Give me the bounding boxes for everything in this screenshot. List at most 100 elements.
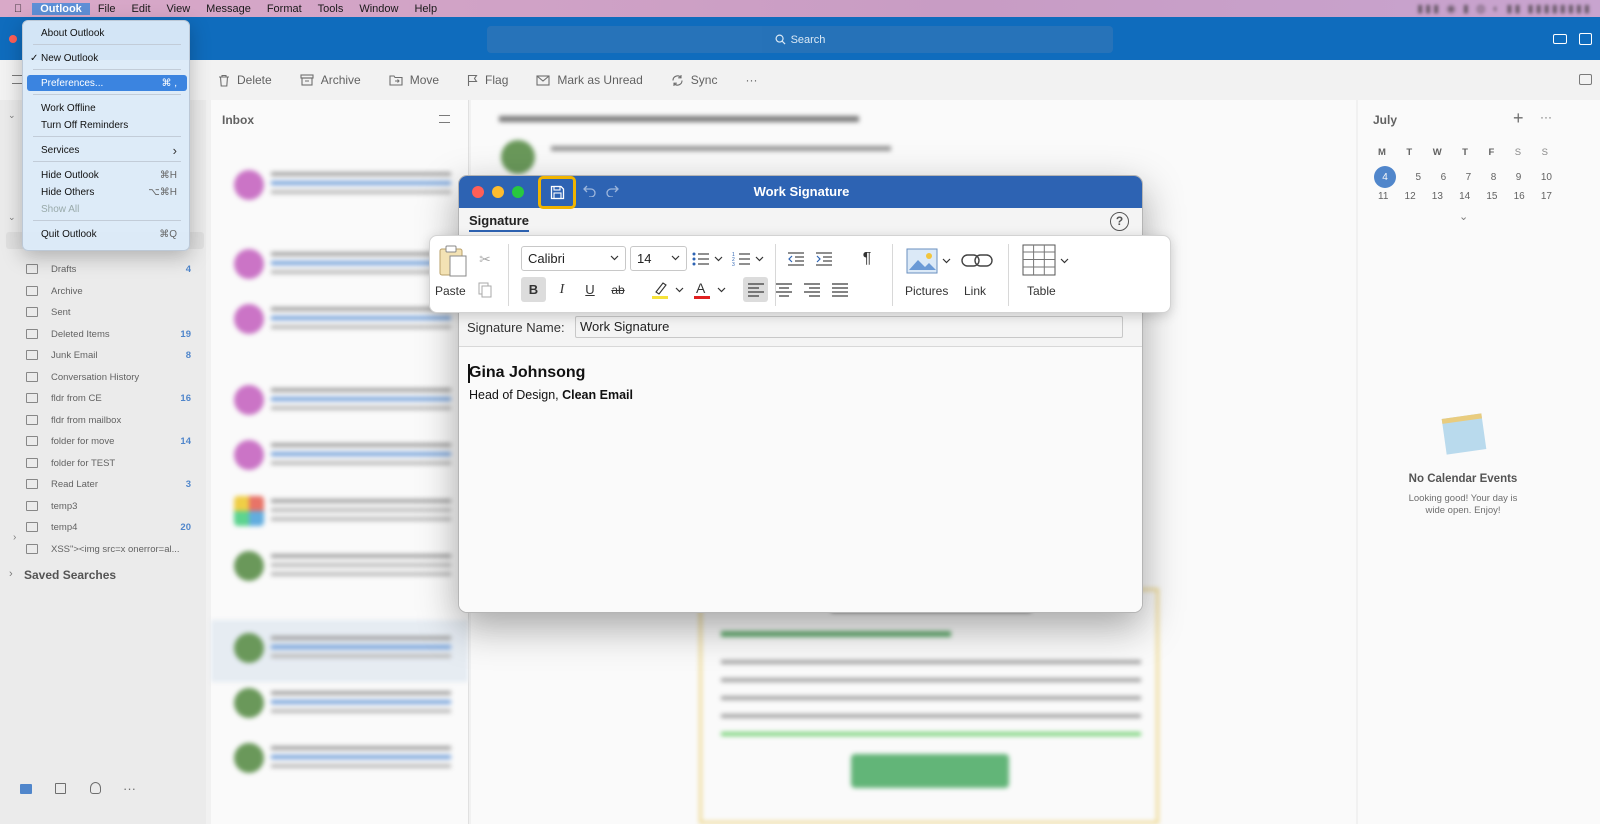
font-color-icon: A: [694, 280, 726, 299]
table-button[interactable]: [1020, 242, 1072, 278]
highlight-button[interactable]: [648, 277, 688, 302]
menu-item-preferences[interactable]: Preferences... ⌘ ,: [27, 75, 187, 91]
outdent-icon: [788, 251, 804, 266]
signature-role: Head of Design,: [469, 388, 563, 402]
menu-view[interactable]: View: [159, 3, 199, 15]
signature-editor[interactable]: Gina Johnsong Head of Design, Clean Emai…: [459, 346, 1142, 612]
tab-signature[interactable]: Signature: [469, 213, 529, 232]
menu-item-label: Show All: [41, 203, 80, 215]
align-left-button[interactable]: [743, 277, 768, 302]
link-label[interactable]: Link: [964, 284, 986, 298]
chevron-down-icon: [610, 255, 619, 261]
signature-name-field[interactable]: Work Signature: [575, 316, 1123, 338]
font-size-select[interactable]: 14: [630, 246, 687, 271]
font-family-select[interactable]: Calibri: [521, 246, 626, 271]
italic-button[interactable]: I: [551, 277, 573, 302]
outlook-app-menu: About Outlook ✓ New Outlook Preferences..…: [22, 20, 190, 251]
search-icon: [775, 34, 786, 45]
font-family-value: Calibri: [528, 251, 565, 266]
megaphone-icon[interactable]: [1553, 34, 1567, 44]
scissors-icon: ✂: [479, 250, 491, 267]
ribbon-divider: [508, 244, 509, 306]
menu-item-label: New Outlook: [41, 52, 99, 64]
menu-item-about[interactable]: About Outlook: [27, 25, 187, 41]
menu-item-label: Services: [41, 144, 80, 156]
numbering-button[interactable]: 123: [730, 246, 768, 271]
menu-item-quit[interactable]: Quit Outlook ⌘Q: [27, 226, 187, 242]
menu-item-label: Preferences...: [41, 77, 104, 89]
formatting-ribbon: Paste ✂ Calibri 14 B I U ab A 123 ¶ Pict…: [429, 235, 1171, 313]
align-right-button[interactable]: [799, 277, 824, 302]
menu-edit[interactable]: Edit: [124, 3, 159, 15]
dialog-title-bar: Work Signature: [459, 176, 1142, 209]
paste-label[interactable]: Paste: [435, 284, 466, 298]
bullet-list-icon: [692, 252, 723, 265]
search-input[interactable]: Search: [487, 26, 1113, 53]
numbered-list-icon: 123: [732, 252, 764, 267]
align-center-button[interactable]: [771, 277, 796, 302]
highlighter-icon: [652, 281, 684, 299]
strikethrough-button[interactable]: ab: [606, 277, 630, 302]
help-button[interactable]: ?: [1110, 212, 1129, 231]
underline-button[interactable]: U: [579, 277, 601, 302]
menu-shortcut: ⌘Q: [159, 228, 177, 240]
underline-icon: U: [585, 282, 595, 297]
show-formatting-button[interactable]: ¶: [856, 246, 878, 271]
align-right-icon: [803, 282, 820, 297]
menu-item-label: Quit Outlook: [41, 228, 97, 240]
decrease-indent-button[interactable]: [783, 246, 809, 271]
menu-item-services[interactable]: Services ›: [27, 142, 187, 158]
menu-window[interactable]: Window: [351, 3, 406, 15]
link-button[interactable]: [960, 244, 994, 278]
cut-button[interactable]: ✂: [476, 250, 494, 268]
menu-item-work-offline[interactable]: Work Offline: [27, 100, 187, 116]
menu-separator: [33, 136, 181, 137]
menu-separator: [33, 44, 181, 45]
dialog-title: Work Signature: [753, 184, 850, 199]
pictures-button[interactable]: [904, 244, 954, 278]
chevron-down-icon: [671, 255, 680, 261]
menu-outlook[interactable]: Outlook: [32, 2, 90, 15]
menu-item-turn-off-reminders[interactable]: Turn Off Reminders: [27, 117, 187, 133]
menu-separator: [33, 220, 181, 221]
ribbon-divider: [1008, 244, 1009, 306]
justify-button[interactable]: [827, 277, 852, 302]
pictures-label[interactable]: Pictures: [905, 284, 948, 298]
menu-item-new-outlook[interactable]: ✓ New Outlook: [27, 50, 187, 66]
menu-format[interactable]: Format: [259, 3, 310, 15]
panel-icon[interactable]: [1579, 33, 1592, 45]
menu-help[interactable]: Help: [406, 3, 445, 15]
menu-file[interactable]: File: [90, 3, 124, 15]
menu-item-hide-others[interactable]: Hide Others ⌥⌘H: [27, 184, 187, 200]
checkmark-icon: ✓: [30, 52, 39, 64]
ribbon-divider: [892, 244, 893, 306]
menu-item-hide-outlook[interactable]: Hide Outlook ⌘H: [27, 167, 187, 183]
copy-button[interactable]: [476, 281, 494, 299]
menu-item-label: Turn Off Reminders: [41, 119, 129, 131]
menu-item-label: Work Offline: [41, 102, 96, 114]
pilcrow-icon: ¶: [862, 249, 872, 267]
indent-icon: [816, 251, 832, 266]
table-label[interactable]: Table: [1027, 284, 1056, 298]
align-left-icon: [747, 282, 764, 297]
menu-item-show-all: Show All: [27, 201, 187, 217]
bullets-button[interactable]: [690, 246, 726, 271]
font-color-button[interactable]: A: [690, 277, 730, 302]
paste-icon[interactable]: [438, 244, 468, 278]
menu-tools[interactable]: Tools: [310, 3, 352, 15]
status-icons: ▮▮▮ ◉ ▮ ◍ ◐ ▮▮ ▮▮▮▮▮▮▮▮: [1417, 3, 1592, 15]
menu-shortcut: ⌥⌘H: [148, 186, 177, 198]
bold-button[interactable]: B: [521, 277, 546, 302]
menu-message[interactable]: Message: [198, 3, 259, 15]
increase-indent-button[interactable]: [811, 246, 837, 271]
svg-text:A: A: [696, 280, 706, 296]
align-center-icon: [775, 282, 792, 297]
window-close-dot[interactable]: [9, 35, 17, 43]
menu-shortcut: ⌘ ,: [161, 77, 177, 89]
signature-name-label: Signature Name:: [467, 320, 565, 335]
signature-name-line: Gina Johnsong: [469, 364, 586, 381]
menu-item-label: Hide Outlook: [41, 169, 99, 181]
italic-icon: I: [559, 281, 565, 297]
apple-icon[interactable]: : [0, 3, 32, 15]
justify-icon: [831, 282, 848, 297]
